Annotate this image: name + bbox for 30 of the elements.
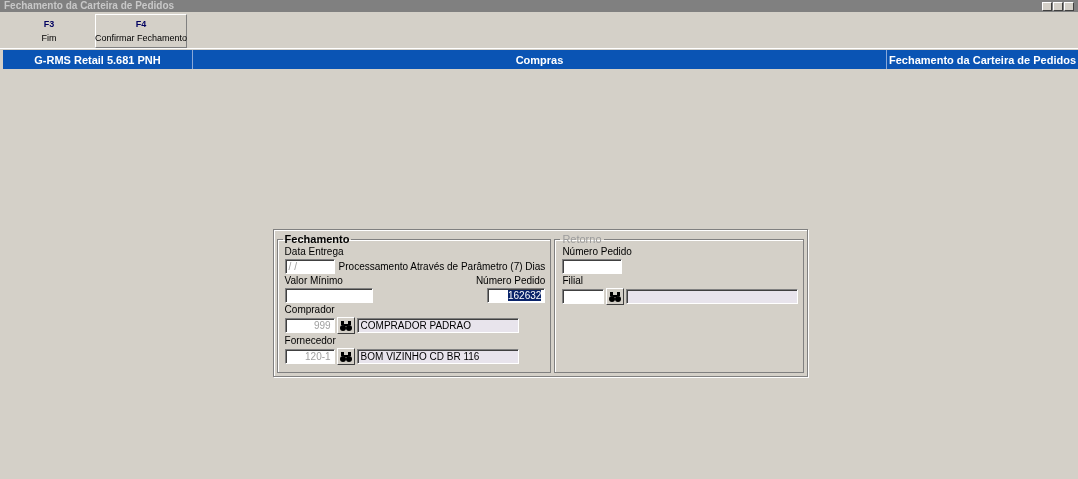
input-field[interactable]: 162632 [487, 288, 546, 303]
field-label: Número Pedido [475, 275, 546, 286]
field-label: Filial [562, 275, 584, 286]
toolbar-button[interactable]: F4 Confirmar Fechamento [95, 14, 187, 48]
binoculars-icon [339, 320, 352, 331]
field-label: Data Entrega [284, 246, 345, 257]
field-label: Valor Mínimo [284, 275, 344, 286]
name-field: COMPRADOR PADRAO [356, 318, 519, 333]
binoculars-icon [609, 291, 622, 302]
header-title: G-RMS Retail 5.681 PNH [33, 52, 162, 68]
minimize-button[interactable] [1042, 1, 1052, 11]
header-title: Fechamento da Carteira de Pedidos [886, 50, 1078, 69]
name-field: BOM VIZINHO CD BR 116 [356, 349, 519, 364]
info-text: Processamento Através de Parâmetro (7) Dias [338, 261, 546, 272]
group-title: Retorno [561, 233, 603, 245]
input-field[interactable] [562, 259, 623, 274]
search-button[interactable] [606, 288, 625, 305]
group-title: Fechamento [283, 233, 351, 245]
input-field[interactable] [284, 288, 373, 303]
restore-button[interactable] [1053, 1, 1063, 11]
header-title: Compras [192, 50, 886, 69]
window-title: Fechamento da Carteira de Pedidos [4, 0, 175, 12]
close-button[interactable] [1064, 1, 1074, 11]
search-button[interactable] [336, 317, 355, 334]
binoculars-icon [339, 351, 352, 362]
search-button[interactable] [336, 348, 355, 365]
field-label: Número Pedido [562, 246, 633, 257]
input-field[interactable] [562, 289, 605, 304]
field-label: Fornecedor [284, 335, 337, 346]
field-label: Comprador [284, 304, 336, 315]
